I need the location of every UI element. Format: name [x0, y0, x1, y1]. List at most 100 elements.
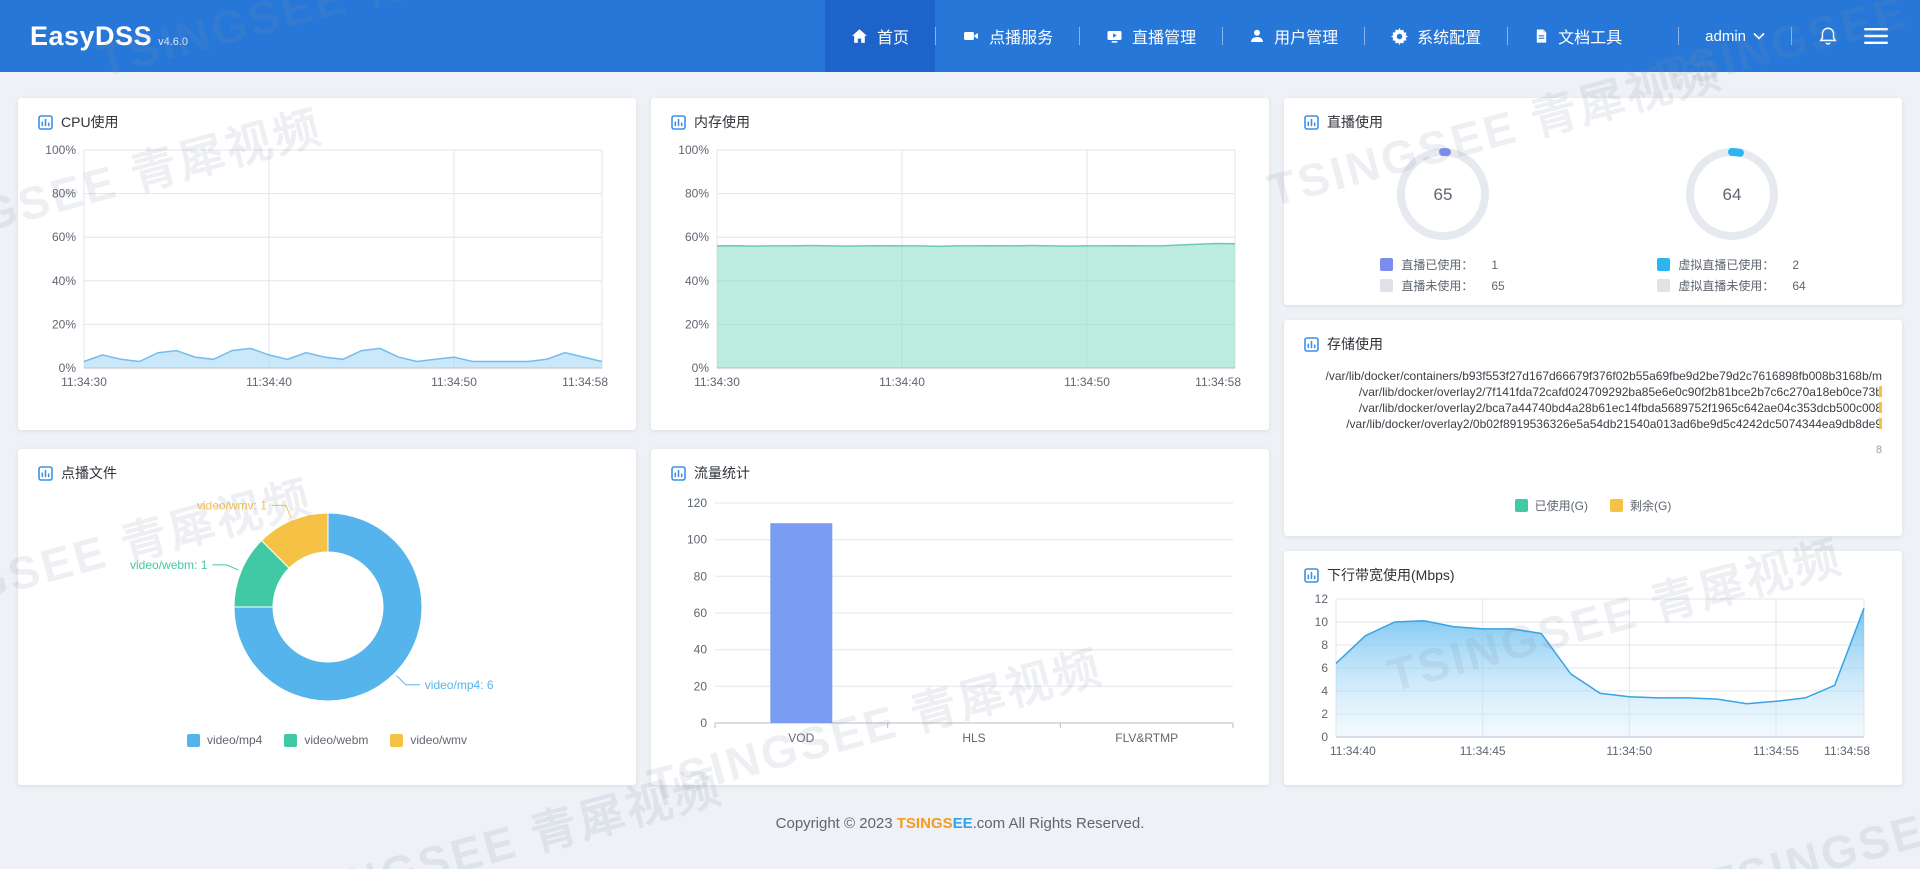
legend-chip	[390, 733, 404, 747]
users-icon	[1249, 28, 1265, 44]
card-title: CPU使用	[61, 114, 119, 130]
gauge-svg: 65	[1396, 148, 1489, 240]
gauge-center-value: 64	[1722, 185, 1741, 204]
y-tick-label: 40%	[685, 274, 709, 288]
card-title: 下行带宽使用(Mbps)	[1327, 567, 1455, 583]
storage-bar-tip	[1879, 402, 1882, 413]
y-tick-label: 20%	[52, 317, 76, 331]
nav-item-label: 直播管理	[1132, 30, 1197, 47]
legend-value: 2	[1792, 257, 1800, 272]
legend-chip	[1380, 258, 1394, 271]
y-tick-label: 8	[1321, 638, 1328, 652]
gauge-legend-row[interactable]: 直播已使用： 1	[1380, 254, 1504, 275]
notifications-button[interactable]	[1818, 26, 1838, 46]
x-tick-label: 11:34:30	[61, 375, 107, 389]
legend-item-剩余(G)[interactable]: 剩余(G)	[1610, 497, 1671, 514]
y-tick-label: 6	[1321, 661, 1328, 675]
bar-VOD	[770, 523, 833, 723]
category-label: FLV&RTMP	[1115, 731, 1178, 745]
nav-item-home[interactable]: 首页	[825, 0, 936, 72]
storage-usage-card: 存储使用 /var/lib/docker/containers/b93f553f…	[1284, 320, 1902, 536]
legend-chip	[1657, 279, 1671, 292]
y-tick-label: 60%	[685, 230, 709, 244]
x-tick-label: 11:34:50	[431, 375, 477, 389]
x-tick-label: 11:34:50	[1606, 744, 1652, 758]
gauge-legend-row[interactable]: 虚拟直播已使用： 2	[1657, 254, 1805, 275]
storage-path-label: /var/lib/docker/containers/b93f553f27d16…	[1325, 369, 1882, 383]
legend-label: video/webm	[304, 733, 369, 747]
chart-icon	[1304, 114, 1319, 130]
storage-chart: /var/lib/docker/containers/b93f553f27d16…	[1304, 368, 1882, 522]
nav-item-label: 文档工具	[1558, 30, 1623, 47]
menu-toggle-button[interactable]	[1864, 27, 1888, 45]
y-tick-label: 0%	[59, 361, 77, 375]
legend-value: 1	[1491, 257, 1499, 272]
nav-item-gear[interactable]: 系统配置	[1365, 0, 1507, 72]
y-tick-label: 40	[694, 643, 708, 657]
home-icon	[851, 28, 868, 45]
main-nav: 首页 点播服务 直播管理 用户管理 系统配置 文档工具	[825, 0, 1648, 72]
storage-path-label: /var/lib/docker/overlay2/bca7a44740bd4a2…	[1358, 401, 1882, 415]
y-tick-label: 60%	[52, 230, 76, 244]
gauge-legend-row[interactable]: 直播未使用： 65	[1380, 275, 1505, 296]
memory-chart-svg: 0% 20% 40% 60% 80% 100% 11:34:30 11:34:40 11:34:…	[678, 143, 1241, 389]
legend-label: video/wmv	[410, 733, 468, 747]
traffic-bar-svg: 0 20 40 60 80 100 120 VOD HLS FLV&RTMP	[687, 496, 1234, 745]
column-left: CPU使用 0% 20% 40% 60% 80% 100% 11:34:30 11:34:40…	[18, 98, 636, 785]
y-tick-label: 20	[694, 679, 708, 693]
x-tick-label: 11:34:58	[562, 375, 608, 389]
storage-row: /var/lib/docker/overlay2/bca7a44740bd4a2…	[1304, 400, 1882, 416]
legend-item-已使用(G)[interactable]: 已使用(G)	[1514, 497, 1588, 514]
gauge-legend-row[interactable]: 虚拟直播未使用： 64	[1657, 275, 1806, 296]
nav-item-vod[interactable]: 点播服务	[936, 0, 1079, 72]
storage-path-label: /var/lib/docker/overlay2/7f141fda72cafd0…	[1358, 385, 1882, 399]
label-line	[271, 504, 292, 518]
category-label: HLS	[962, 731, 985, 745]
live-icon	[1106, 28, 1123, 44]
nav-item-live[interactable]: 直播管理	[1080, 0, 1222, 72]
nav-item-users[interactable]: 用户管理	[1223, 0, 1364, 72]
top-navbar: EasyDSS v4.6.0 首页 点播服务 直播管理 用户管理 系统配置 文档工具 ad…	[0, 0, 1920, 72]
legend-item-video/wmv[interactable]: video/wmv	[390, 733, 467, 747]
y-tick-label: 120	[687, 496, 707, 510]
copyright-suffix: .com All Rights Reserved.	[972, 815, 1145, 832]
legend-item-video/mp4[interactable]: video/mp4	[186, 733, 262, 747]
legend-label: 已使用(G)	[1534, 499, 1588, 513]
label-line	[396, 675, 420, 686]
legend-label: 剩余(G)	[1630, 499, 1672, 513]
legend-item-video/webm[interactable]: video/webm	[284, 733, 368, 747]
brand-part: EE	[952, 815, 973, 832]
y-tick-label: 100	[687, 533, 707, 547]
storage-bar-tip	[1879, 418, 1882, 429]
legend-chip	[1514, 499, 1528, 512]
hamburger-icon	[1864, 27, 1888, 45]
vod-icon	[962, 28, 980, 44]
chart-icon	[38, 465, 53, 481]
user-menu[interactable]: admin	[1705, 28, 1765, 45]
cpu-chart-svg: 0% 20% 40% 60% 80% 100% 11:34:30 11:34:40 11:34:…	[45, 143, 608, 389]
x-tick-label: 11:34:40	[879, 375, 925, 389]
legend-chip	[1610, 499, 1623, 512]
user-name: admin	[1705, 27, 1746, 45]
x-tick-label: 11:34:50	[1064, 375, 1110, 389]
label-line	[212, 564, 239, 571]
legend-label: 虚拟直播未使用：	[1678, 279, 1775, 293]
card-title: 内存使用	[694, 114, 750, 130]
slice-label: video/mp4: 6	[425, 678, 494, 692]
nav-divider	[1791, 27, 1792, 45]
vod-legend: video/mp4 video/webm video/wmv	[38, 733, 616, 747]
brand-logo[interactable]: EasyDSS v4.6.0	[0, 21, 188, 52]
legend-label: 直播已使用：	[1401, 258, 1474, 272]
legend-chip	[1657, 258, 1671, 271]
y-tick-label: 4	[1321, 684, 1328, 698]
nav-item-docs[interactable]: 文档工具	[1508, 0, 1648, 72]
dashboard: CPU使用 0% 20% 40% 60% 80% 100% 11:34:30 11:34:40…	[0, 72, 1920, 785]
tsingsee-logo[interactable]: TSINGSEE	[897, 815, 973, 832]
bandwidth-card: 下行带宽使用(Mbps) 0 2 4 6 8 10 12 11:34:40 11:34:45 11…	[1284, 551, 1902, 785]
y-tick-label: 40%	[52, 274, 76, 288]
brand-name: EasyDSS	[30, 20, 153, 51]
nav-item-label: 首页	[877, 30, 910, 47]
gauge-svg: 64	[1685, 148, 1778, 240]
gauge-block-0: 65 直播已使用： 1 直播未使用： 65	[1380, 144, 1505, 296]
legend-value: 64	[1792, 278, 1806, 293]
